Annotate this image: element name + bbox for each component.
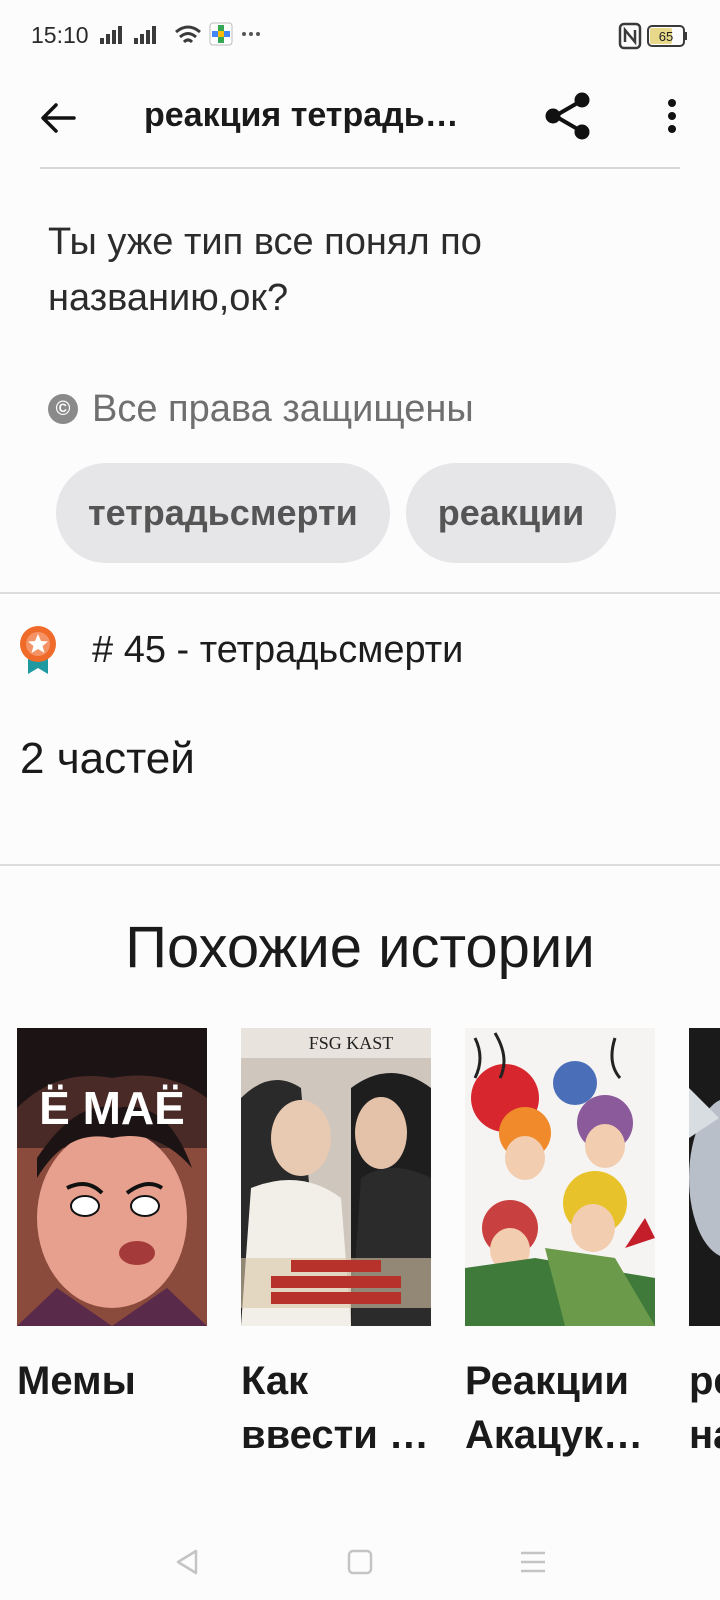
app-bar: реакция тетрадь… xyxy=(0,72,720,168)
story-cover-image xyxy=(465,1028,655,1326)
story-title: ре на xyxy=(689,1354,720,1458)
story-title: Как ввести … xyxy=(241,1354,441,1458)
wifi-icon xyxy=(175,25,201,44)
share-button[interactable] xyxy=(538,86,598,146)
story-cover-image xyxy=(689,1028,720,1326)
description-line: Ты уже тип все понял по xyxy=(48,221,482,263)
story-title-line: Акацук… xyxy=(465,1413,644,1457)
tag-list: тетрадьсмерти реакции xyxy=(56,463,617,563)
nav-home-icon xyxy=(347,1549,373,1575)
nfc-icon xyxy=(618,22,642,50)
story-card[interactable]: ре на xyxy=(689,1028,720,1458)
status-right-icons: 65 xyxy=(618,22,687,50)
story-title-line: на xyxy=(689,1413,720,1457)
status-time: 15:10 xyxy=(31,22,89,48)
copyright-row: © Все права защищены xyxy=(48,382,474,436)
nav-back-icon xyxy=(176,1549,198,1575)
similar-stories-carousel[interactable]: Ё МАЁ Мемы FSG KAST Как ввести … Реакции… xyxy=(17,1028,720,1458)
nav-recents-button[interactable] xyxy=(508,1542,558,1582)
battery-icon: 65 xyxy=(647,25,687,47)
page-title: реакция тетрадь… xyxy=(144,96,459,134)
story-card[interactable]: Ё МАЁ Мемы xyxy=(17,1028,207,1408)
menu-lines-icon xyxy=(521,1551,545,1573)
system-nav-bar xyxy=(0,1528,720,1600)
story-title-line: ввести … xyxy=(241,1413,429,1457)
ranking-row[interactable]: # 45 - тетрадьсмерти xyxy=(18,620,463,680)
divider xyxy=(0,592,720,594)
copyright-text: Все права защищены xyxy=(92,387,474,430)
story-card[interactable]: FSG KAST Как ввести … xyxy=(241,1028,431,1458)
divider xyxy=(0,864,720,866)
more-options-button[interactable] xyxy=(648,86,696,146)
story-cover-image: FSG KAST xyxy=(241,1028,431,1326)
story-title-line: ре xyxy=(689,1359,720,1403)
tag-chip[interactable]: реакции xyxy=(405,463,617,563)
signal-icon xyxy=(100,26,122,44)
tag-chip[interactable]: тетрадьсмерти xyxy=(56,463,390,563)
ranking-text: # 45 - тетрадьсмерти xyxy=(92,628,464,671)
story-description: Ты уже тип все понял по названию,ок? xyxy=(48,214,668,326)
arrow-back-icon xyxy=(41,103,76,133)
cover-caption: FSG KAST xyxy=(309,1033,394,1053)
more-notifications-icon xyxy=(242,32,260,36)
story-title-line: Как xyxy=(241,1359,309,1403)
story-card[interactable]: Реакции Акацук… xyxy=(465,1028,655,1458)
parts-count: 2 частей xyxy=(20,734,195,783)
story-title-line: Реакции xyxy=(465,1359,629,1403)
description-line: названию,ок? xyxy=(48,277,289,319)
story-title-line: Мемы xyxy=(17,1359,136,1403)
story-title: Мемы xyxy=(17,1354,217,1408)
ranking-badge-icon xyxy=(20,626,56,674)
cover-caption: Ё МАЁ xyxy=(39,1082,185,1134)
nav-back-button[interactable] xyxy=(162,1542,212,1582)
app-notification-icon xyxy=(209,22,233,46)
more-vertical-icon xyxy=(668,99,676,133)
share-icon xyxy=(545,92,590,140)
signal-icon-2 xyxy=(134,26,156,44)
story-cover-image: Ё МАЁ xyxy=(17,1028,207,1326)
status-bar: 15:10 65 xyxy=(0,0,720,72)
battery-level: 65 xyxy=(659,29,673,44)
copyright-icon: © xyxy=(48,394,78,424)
nav-home-button[interactable] xyxy=(335,1542,385,1582)
status-icons xyxy=(100,22,260,46)
back-button[interactable] xyxy=(30,90,86,146)
story-title: Реакции Акацук… xyxy=(465,1354,665,1458)
divider xyxy=(40,167,680,169)
similar-stories-title: Похожие истории xyxy=(125,915,595,980)
